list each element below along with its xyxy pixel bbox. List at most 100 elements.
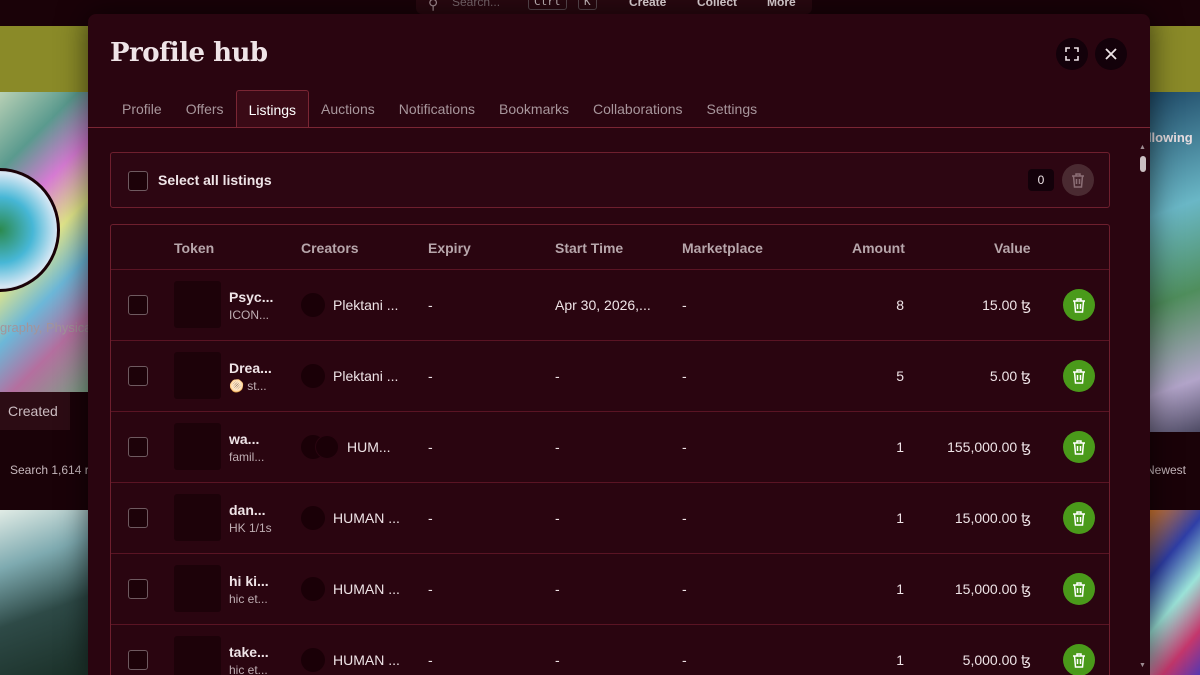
token-thumbnail[interactable]: [174, 423, 221, 470]
start-time-cell: -: [555, 439, 560, 455]
delete-listing-button[interactable]: [1063, 502, 1095, 534]
expiry-cell: -: [428, 439, 433, 455]
column-header-token[interactable]: Token: [174, 240, 214, 256]
table-row[interactable]: hi ki... hic et... HUMAN ... - - - 1 15,…: [111, 553, 1109, 624]
start-time-cell: -: [555, 368, 560, 384]
token-name[interactable]: hi ki...: [229, 573, 269, 589]
creator-avatar[interactable]: [315, 435, 339, 459]
nav-create[interactable]: Create: [629, 0, 666, 9]
token-thumbnail[interactable]: [174, 352, 221, 399]
expiry-cell: -: [428, 510, 433, 526]
row-checkbox[interactable]: [128, 650, 148, 670]
delete-listing-button[interactable]: [1063, 360, 1095, 392]
collection-search[interactable]: Search 1,614 r: [10, 463, 89, 477]
bulk-select-bar: Select all listings 0: [110, 152, 1110, 208]
creator-name[interactable]: HUM...: [347, 439, 391, 455]
token-collection: HK 1/1s: [229, 521, 272, 535]
token-name[interactable]: take...: [229, 644, 269, 660]
row-checkbox[interactable]: [128, 437, 148, 457]
token-name[interactable]: Psyc...: [229, 289, 273, 305]
creator-avatar[interactable]: [301, 364, 325, 388]
tab-listings[interactable]: Listings: [235, 90, 310, 128]
creator-avatar[interactable]: [301, 648, 325, 672]
amount-cell: 1: [896, 652, 904, 668]
nav-more[interactable]: More: [767, 0, 796, 9]
tab-created[interactable]: Created: [0, 392, 70, 430]
trash-icon: [1073, 581, 1085, 597]
profile-hub-modal: Profile hub Profile Offers Listings Auct…: [88, 14, 1150, 675]
artwork-thumbnail[interactable]: [0, 510, 88, 675]
delete-listing-button[interactable]: [1063, 289, 1095, 321]
trash-icon: [1073, 652, 1085, 668]
artwork-thumbnail[interactable]: [1150, 510, 1200, 675]
table-row[interactable]: wa... famil... HUM... - - - 1 155,000.00…: [111, 411, 1109, 482]
scrollbar-thumb[interactable]: [1140, 156, 1146, 172]
creator-avatar[interactable]: [301, 293, 325, 317]
marketplace-cell: -: [682, 368, 687, 384]
modal-title: Profile hub: [110, 38, 268, 68]
scroll-down-arrow[interactable]: ▼: [1139, 662, 1146, 669]
close-button[interactable]: [1095, 38, 1127, 70]
table-row[interactable]: take... hic et... HUMAN ... - - - 1 5,00…: [111, 624, 1109, 675]
delete-listing-button[interactable]: [1063, 431, 1095, 463]
expand-button[interactable]: [1056, 38, 1088, 70]
expiry-cell: -: [428, 368, 433, 384]
column-header-marketplace[interactable]: Marketplace: [682, 240, 763, 256]
column-header-value[interactable]: Value: [994, 240, 1031, 256]
row-checkbox[interactable]: [128, 295, 148, 315]
table-row[interactable]: dan... HK 1/1s HUMAN ... - - - 1 15,000.…: [111, 482, 1109, 553]
tab-bookmarks[interactable]: Bookmarks: [487, 90, 581, 128]
token-collection: hic et...: [229, 592, 268, 606]
row-checkbox[interactable]: [128, 508, 148, 528]
column-header-start-time[interactable]: Start Time: [555, 240, 623, 256]
tab-settings[interactable]: Settings: [695, 90, 770, 128]
trash-icon: [1072, 172, 1084, 188]
token-name[interactable]: dan...: [229, 502, 266, 518]
token-name[interactable]: wa...: [229, 431, 259, 447]
table-row[interactable]: Psyc... ICON... Plektani ... - Apr 30, 2…: [111, 269, 1109, 340]
amount-cell: 1: [896, 439, 904, 455]
select-all-label: Select all listings: [158, 172, 272, 188]
row-checkbox[interactable]: [128, 366, 148, 386]
scroll-up-arrow[interactable]: ▲: [1139, 144, 1146, 151]
table-row[interactable]: Drea... 🫓 st... Plektani ... - - - 5 5.0…: [111, 340, 1109, 411]
creator-name[interactable]: Plektani ...: [333, 297, 398, 313]
tab-notifications[interactable]: Notifications: [387, 90, 487, 128]
delete-listing-button[interactable]: [1063, 573, 1095, 605]
sort-dropdown[interactable]: Newest: [1146, 463, 1186, 477]
column-header-expiry[interactable]: Expiry: [428, 240, 471, 256]
marketplace-cell: -: [682, 510, 687, 526]
tabs-divider: [88, 127, 1150, 128]
token-thumbnail[interactable]: [174, 565, 221, 612]
marketplace-cell: -: [682, 297, 687, 313]
column-header-creators[interactable]: Creators: [301, 240, 359, 256]
creator-avatar[interactable]: [301, 577, 325, 601]
trash-icon: [1073, 510, 1085, 526]
selected-count-badge: 0: [1028, 169, 1054, 191]
creator-name[interactable]: HUMAN ...: [333, 510, 400, 526]
amount-cell: 1: [896, 581, 904, 597]
token-thumbnail[interactable]: [174, 281, 221, 328]
trash-icon: [1073, 439, 1085, 455]
delete-listing-button[interactable]: [1063, 644, 1095, 675]
tab-auctions[interactable]: Auctions: [309, 90, 387, 128]
bulk-delete-button[interactable]: [1062, 164, 1094, 196]
tab-profile[interactable]: Profile: [110, 90, 174, 128]
token-thumbnail[interactable]: [174, 636, 221, 675]
value-cell: 15,000.00 ꜩ: [954, 510, 1031, 526]
tab-collaborations[interactable]: Collaborations: [581, 90, 695, 128]
creator-name[interactable]: HUMAN ...: [333, 581, 400, 597]
token-name[interactable]: Drea...: [229, 360, 272, 376]
row-checkbox[interactable]: [128, 579, 148, 599]
creator-name[interactable]: HUMAN ...: [333, 652, 400, 668]
select-all-checkbox[interactable]: [128, 171, 148, 191]
creator-avatar[interactable]: [301, 506, 325, 530]
creator-name[interactable]: Plektani ...: [333, 368, 398, 384]
column-header-amount[interactable]: Amount: [852, 240, 905, 256]
token-thumbnail[interactable]: [174, 494, 221, 541]
nav-collect[interactable]: Collect: [697, 0, 737, 9]
profile-tags: graphy, Physica: [0, 320, 92, 335]
value-cell: 5.00 ꜩ: [989, 368, 1031, 384]
tab-offers[interactable]: Offers: [174, 90, 236, 128]
modal-scrollbar[interactable]: ▲ ▼: [1138, 142, 1148, 675]
